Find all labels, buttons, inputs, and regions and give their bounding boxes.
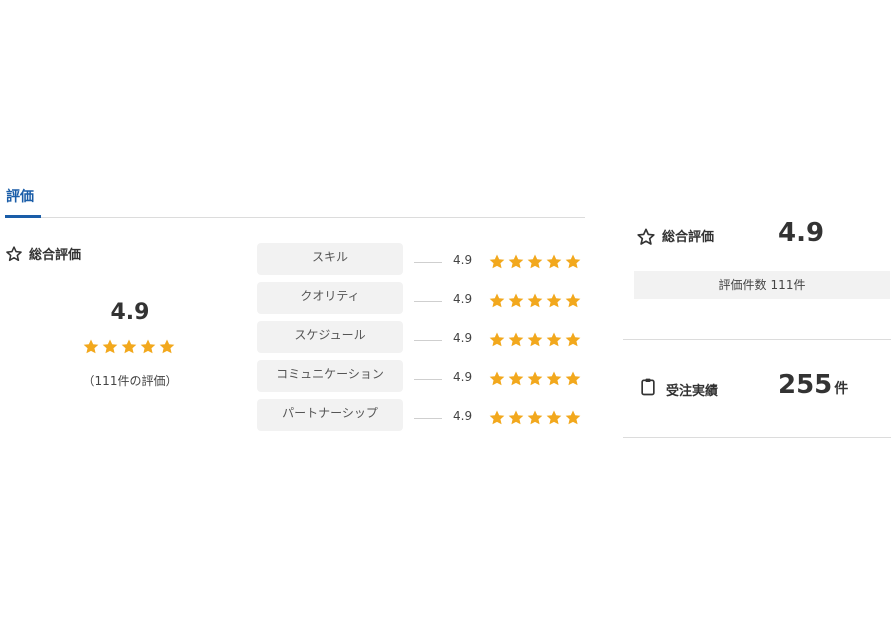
star-filled-icon: [507, 409, 525, 427]
category-connector-line: [414, 379, 442, 380]
overall-star-rating: [82, 338, 176, 356]
star-filled-icon: [488, 292, 506, 310]
rating-count-label: 評価件数: [718, 278, 767, 292]
star-filled-icon: [545, 370, 563, 388]
summary-divider-bottom: [623, 437, 891, 438]
star-filled-icon: [545, 331, 563, 349]
star-filled-icon: [564, 331, 582, 349]
category-rating-row: クオリティ 4.9: [257, 281, 587, 320]
category-label: コミュニケーション: [257, 360, 403, 392]
star-filled-icon: [564, 370, 582, 388]
category-star-rating: [488, 370, 582, 388]
star-filled-icon: [507, 331, 525, 349]
star-filled-icon: [526, 253, 544, 271]
star-filled-icon: [545, 409, 563, 427]
star-filled-icon: [101, 338, 119, 356]
category-rating-row: スケジュール 4.9: [257, 320, 587, 359]
star-filled-icon: [526, 331, 544, 349]
star-filled-icon: [82, 338, 100, 356]
summary-rating-score: 4.9: [778, 218, 825, 248]
star-outline-icon: [5, 245, 23, 263]
category-score: 4.9: [453, 292, 473, 306]
star-filled-icon: [545, 292, 563, 310]
clipboard-icon: [638, 376, 658, 402]
category-connector-line: [414, 418, 442, 419]
tab-divider: [5, 217, 585, 218]
overall-review-count: （111件の評価）: [82, 374, 178, 388]
star-filled-icon: [507, 253, 525, 271]
category-star-rating: [488, 409, 582, 427]
category-star-rating: [488, 331, 582, 349]
category-label: クオリティ: [257, 282, 403, 314]
category-connector-line: [414, 301, 442, 302]
star-outline-icon: [636, 227, 655, 245]
overall-score: 4.9: [110, 300, 150, 325]
summary-rating-count: 評価件数 111件: [634, 271, 890, 299]
summary-rating-heading: 総合評価: [636, 226, 714, 245]
category-star-rating: [488, 253, 582, 271]
orders-count-unit: 件: [834, 381, 849, 397]
star-filled-icon: [564, 409, 582, 427]
star-filled-icon: [488, 253, 506, 271]
category-label: スケジュール: [257, 321, 403, 353]
star-filled-icon: [526, 370, 544, 388]
star-filled-icon: [526, 409, 544, 427]
summary-rating-label: 総合評価: [662, 230, 715, 245]
rating-count-value: 111件: [770, 278, 806, 292]
star-filled-icon: [158, 338, 176, 356]
category-ratings-list: スキル 4.9 クオリティ 4.9 スケジュール 4.9 コミュニケーション 4.9 パートナー…: [257, 242, 587, 437]
category-score: 4.9: [453, 409, 473, 423]
tab-active-indicator: [5, 215, 41, 218]
tab-reviews[interactable]: 評価: [6, 186, 34, 206]
category-connector-line: [414, 340, 442, 341]
star-filled-icon: [507, 370, 525, 388]
overall-rating-label: 総合評価: [29, 248, 82, 263]
category-rating-row: パートナーシップ 4.9: [257, 398, 587, 437]
star-filled-icon: [507, 292, 525, 310]
category-score: 4.9: [453, 253, 473, 267]
star-filled-icon: [545, 253, 563, 271]
star-filled-icon: [564, 253, 582, 271]
overall-rating-heading: 総合評価: [5, 244, 81, 263]
category-score: 4.9: [453, 370, 473, 384]
star-filled-icon: [139, 338, 157, 356]
category-rating-row: コミュニケーション 4.9: [257, 359, 587, 398]
category-label: パートナーシップ: [257, 399, 403, 431]
category-rating-row: スキル 4.9: [257, 242, 587, 281]
category-score: 4.9: [453, 331, 473, 345]
star-filled-icon: [488, 409, 506, 427]
category-star-rating: [488, 292, 582, 310]
orders-count-value: 255: [778, 370, 833, 400]
star-filled-icon: [488, 370, 506, 388]
orders-heading: 受注実績: [638, 376, 718, 402]
category-label: スキル: [257, 243, 403, 275]
star-filled-icon: [564, 292, 582, 310]
star-filled-icon: [120, 338, 138, 356]
summary-divider: [623, 339, 891, 340]
orders-count: 255 件: [778, 370, 848, 400]
orders-label: 受注実績: [666, 383, 719, 399]
star-filled-icon: [488, 331, 506, 349]
category-connector-line: [414, 262, 442, 263]
star-filled-icon: [526, 292, 544, 310]
